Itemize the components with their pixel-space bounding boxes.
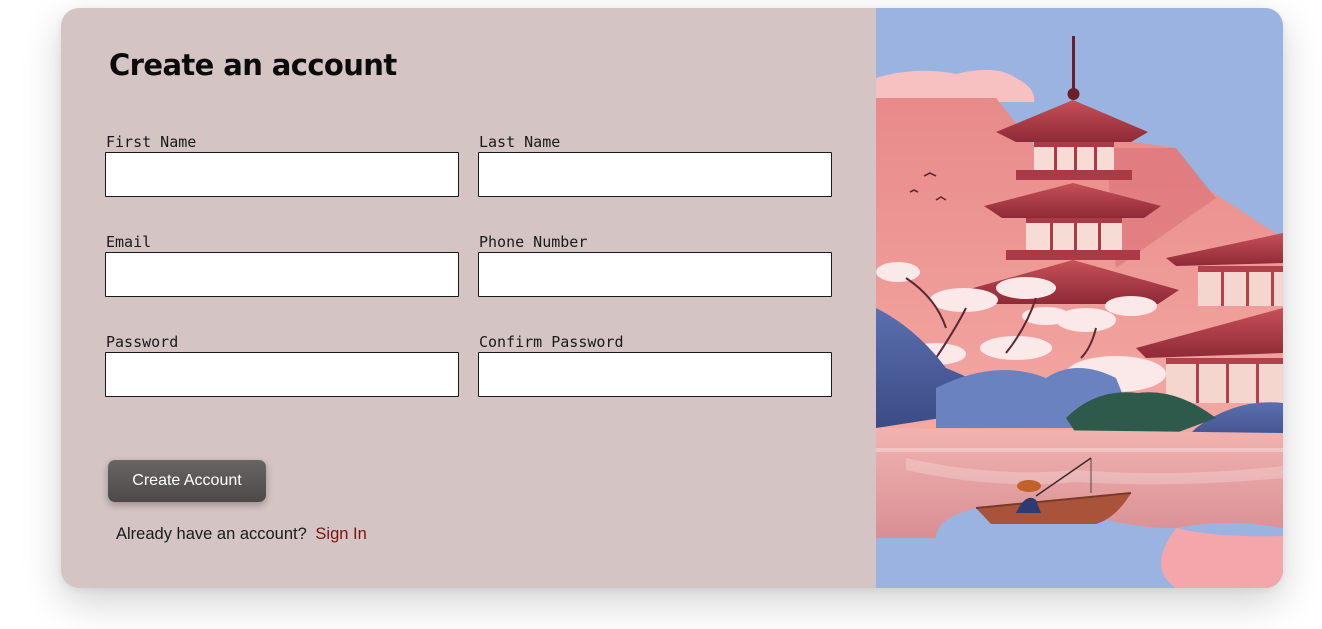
password-group: Password (105, 333, 459, 397)
confirm-password-label: Confirm Password (479, 333, 624, 351)
password-input[interactable] (105, 352, 459, 397)
phone-number-input[interactable] (478, 252, 832, 297)
last-name-input[interactable] (478, 152, 832, 197)
page-title: Create an account (109, 48, 397, 82)
email-input[interactable] (105, 252, 459, 297)
last-name-group: Last Name (478, 133, 832, 197)
sign-in-link[interactable]: Sign In (315, 525, 366, 543)
first-name-input[interactable] (105, 152, 459, 197)
email-label: Email (106, 233, 152, 251)
signup-card: Create an account First Name Last Name E… (61, 8, 1283, 588)
confirm-password-group: Confirm Password (478, 333, 832, 397)
phone-number-group: Phone Number (478, 233, 832, 297)
pagoda-illustration (876, 8, 1283, 588)
first-name-group: First Name (105, 133, 459, 197)
password-label: Password (106, 333, 179, 351)
confirm-password-input[interactable] (478, 352, 832, 397)
phone-number-label: Phone Number (479, 233, 588, 251)
email-group: Email (105, 233, 459, 297)
first-name-label: First Name (106, 133, 197, 151)
signup-form-panel: Create an account First Name Last Name E… (61, 8, 876, 588)
signin-prompt: Already have an account? (116, 525, 307, 543)
signin-row: Already have an account? Sign In (116, 525, 367, 544)
last-name-label: Last Name (479, 133, 561, 151)
create-account-button[interactable]: Create Account (108, 460, 266, 502)
